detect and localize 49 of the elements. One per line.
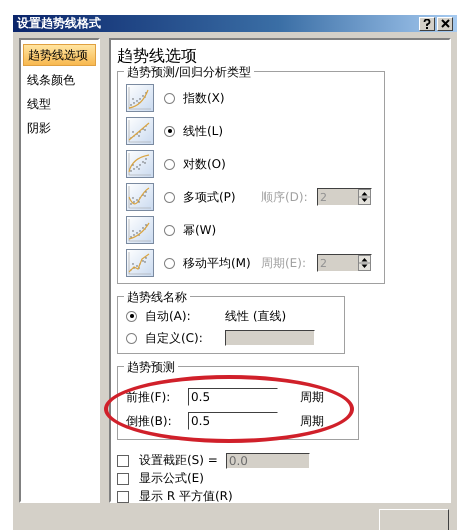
group-title: 趋势线名称 <box>124 289 190 306</box>
checkbox[interactable] <box>117 454 129 466</box>
trendline-icon <box>126 183 154 211</box>
radio-button[interactable] <box>164 158 175 170</box>
name-value: 线性 (直线) <box>225 308 286 324</box>
checkbox-label: 显示公式(E) <box>139 470 204 487</box>
trendline-icon <box>126 150 154 178</box>
close-button[interactable] <box>437 16 453 30</box>
radio-button[interactable] <box>164 192 175 202</box>
number-field[interactable]: 0.5 <box>188 388 278 406</box>
field-label: 倒推(B): <box>126 412 173 430</box>
parameter-label: 顺序(D): <box>261 188 309 206</box>
radio-button[interactable] <box>164 126 175 136</box>
sidebar-item[interactable]: 线型 <box>23 94 96 114</box>
option-label: 多项式(P) <box>183 188 237 206</box>
trendline-icon <box>126 117 154 145</box>
option-label: 自定义(C): <box>145 330 204 346</box>
help-button[interactable] <box>419 16 435 30</box>
option-label: 自动(A): <box>145 308 192 324</box>
radio-button[interactable] <box>126 310 137 322</box>
radio-button[interactable] <box>164 224 175 236</box>
unit-label: 周期 <box>300 388 324 406</box>
field-label: 前推(F): <box>126 388 172 406</box>
sidebar-item[interactable]: 线条颜色 <box>23 70 96 90</box>
sidebar-item[interactable]: 趋势线选项 <box>23 44 96 66</box>
help-icon <box>423 18 431 28</box>
panel-heading: 趋势线选项 <box>117 46 198 66</box>
checkbox-label: 设置截距(S) = <box>139 452 218 469</box>
checkbox[interactable] <box>117 490 129 502</box>
trendline-icon <box>126 84 154 112</box>
checkbox[interactable] <box>117 472 129 484</box>
checkbox-label: 显示 R 平方值(R) <box>139 488 233 505</box>
sidebar-item[interactable]: 阴影 <box>23 118 96 138</box>
trendline-icon <box>126 216 154 244</box>
option-label: 指数(X) <box>183 90 226 106</box>
parameter-label: 周期(E): <box>261 254 307 272</box>
option-label: 移动平均(M) <box>183 254 252 272</box>
trendline-icon <box>126 249 154 277</box>
window-title: 设置趋势线格式 <box>17 15 101 32</box>
option-label: 对数(O) <box>183 156 227 172</box>
group-title: 趋势预测 <box>124 359 178 376</box>
radio-button[interactable] <box>164 258 175 268</box>
option-label: 幂(W) <box>183 222 218 238</box>
radio-button[interactable] <box>164 92 175 104</box>
group-title: 趋势预测/回归分析类型 <box>124 64 254 81</box>
option-label: 线性(L) <box>183 122 224 140</box>
number-field[interactable]: 0.5 <box>188 412 278 430</box>
close-icon <box>440 19 450 28</box>
unit-label: 周期 <box>300 412 324 430</box>
